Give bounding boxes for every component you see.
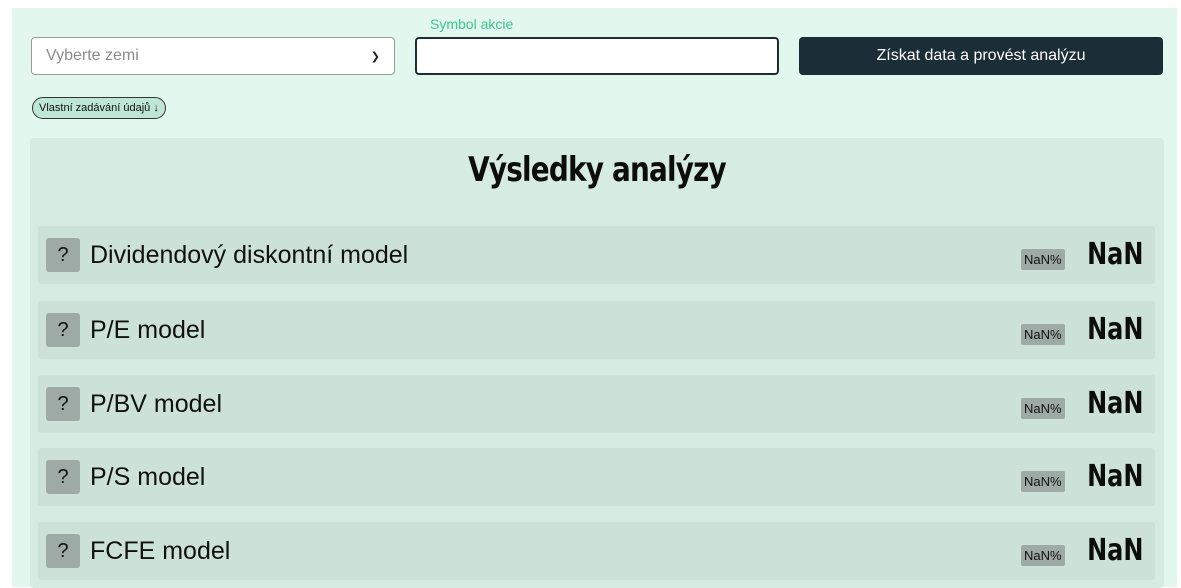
model-values: NaN% NaN	[1020, 237, 1143, 272]
custom-input-toggle[interactable]: Vlastní zadávání údajů ↓	[32, 97, 166, 119]
page: Symbol akcie Vyberte zemi ❯ Získat data …	[12, 8, 1177, 588]
model-values: NaN% NaN	[1020, 312, 1143, 347]
model-values: NaN% NaN	[1020, 459, 1143, 494]
model-value: NaN	[1086, 386, 1143, 421]
model-row-fcfe: ? FCFE model NaN% NaN	[38, 522, 1155, 580]
help-button[interactable]: ?	[46, 534, 80, 568]
country-select[interactable]: Vyberte zemi ❯	[31, 37, 395, 75]
model-value: NaN	[1086, 312, 1143, 347]
help-button[interactable]: ?	[46, 313, 80, 347]
help-button[interactable]: ?	[46, 460, 80, 494]
analyze-button[interactable]: Získat data a provést analýzu	[799, 37, 1163, 75]
symbol-label: Symbol akcie	[430, 16, 514, 32]
model-row-ps: ? P/S model NaN% NaN	[38, 448, 1155, 506]
arrow-down-icon: ↓	[153, 102, 159, 114]
model-name: P/S model	[90, 462, 206, 491]
model-name: P/BV model	[90, 389, 223, 418]
percent-badge: NaN%	[1020, 471, 1065, 492]
chevron-down-icon: ❯	[370, 50, 380, 63]
model-values: NaN% NaN	[1020, 386, 1143, 421]
model-name: FCFE model	[90, 536, 231, 565]
percent-badge: NaN%	[1020, 249, 1065, 270]
country-select-placeholder: Vyberte zemi	[46, 47, 139, 64]
model-row-pe: ? P/E model NaN% NaN	[38, 301, 1155, 359]
model-name: Dividendový diskontní model	[90, 240, 409, 269]
percent-badge: NaN%	[1020, 324, 1065, 345]
symbol-input[interactable]	[415, 37, 779, 75]
help-button[interactable]: ?	[46, 238, 80, 272]
model-row-ddm: ? Dividendový diskontní model NaN% NaN	[38, 226, 1155, 284]
percent-badge: NaN%	[1020, 545, 1065, 566]
model-row-pbv: ? P/BV model NaN% NaN	[38, 375, 1155, 433]
results-panel: Výsledky analýzy ? Dividendový diskontní…	[30, 138, 1164, 588]
model-value: NaN	[1086, 459, 1143, 494]
results-title: Výsledky analýzy	[468, 150, 727, 190]
model-name: P/E model	[90, 315, 206, 344]
model-value: NaN	[1086, 237, 1143, 272]
custom-input-toggle-label: Vlastní zadávání údajů	[39, 102, 151, 114]
help-button[interactable]: ?	[46, 387, 80, 421]
model-value: NaN	[1086, 533, 1143, 568]
model-values: NaN% NaN	[1020, 533, 1143, 568]
percent-badge: NaN%	[1020, 398, 1065, 419]
